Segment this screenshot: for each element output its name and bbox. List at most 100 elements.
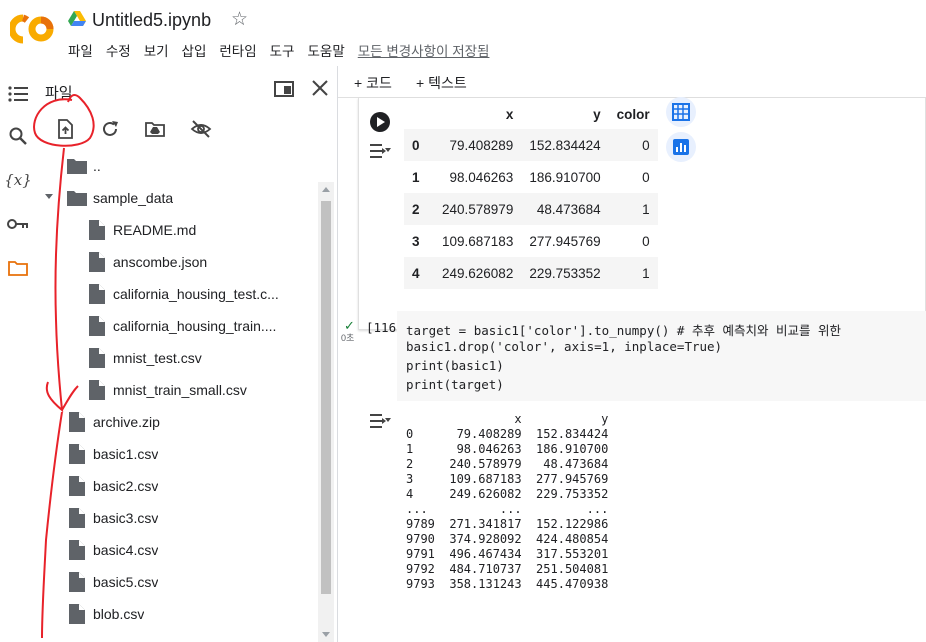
tree-item-parent[interactable]: .. [66, 150, 101, 182]
output-line: 9790 374.928092 424.480854 [406, 532, 609, 546]
output-line: 3 109.687183 277.945769 [406, 472, 609, 486]
refresh-icon[interactable] [99, 118, 121, 140]
convert-to-table-button[interactable] [666, 97, 696, 127]
close-icon[interactable] [310, 78, 330, 98]
file-icon [69, 604, 85, 624]
df-header-y: y [593, 106, 601, 122]
code-line: print(basic1) [406, 358, 504, 373]
output-line: 9789 271.341817 152.122986 [406, 517, 609, 531]
menu-help[interactable]: 도움말 [307, 40, 344, 60]
table-row: 4 249.626082 229.753352 1 [404, 257, 658, 289]
output-line: 9793 358.131243 445.470938 [406, 577, 609, 591]
scroll-up-icon[interactable] [322, 187, 330, 192]
key-icon[interactable] [6, 212, 30, 236]
file-icon [89, 316, 105, 336]
menu-tools[interactable]: 도구 [270, 40, 295, 60]
header: Untitled5.ipynb ☆ 파일 수정 보기 삽입 런타임 도구 도움말… [0, 0, 926, 66]
scroll-down-icon[interactable] [322, 632, 330, 637]
tree-item-file[interactable]: basic1.csv [66, 438, 158, 470]
scrollbar-thumb[interactable] [321, 201, 331, 594]
suggest-charts-button[interactable] [666, 132, 696, 162]
code-line: basic1.drop('color', axis=1, inplace=Tru… [406, 339, 723, 354]
output-line: 9792 484.710737 251.504081 [406, 562, 609, 576]
df-header-color: color [616, 106, 650, 122]
left-rail: {x} [0, 66, 36, 642]
notebook-title[interactable]: Untitled5.ipynb [92, 10, 211, 31]
run-cell-button[interactable] [370, 112, 390, 132]
output-line: 9791 496.467434 317.553201 [406, 547, 609, 561]
folder-icon [67, 159, 87, 174]
file-icon [89, 380, 105, 400]
table-row: 1 98.046263 186.910700 0 [412, 169, 650, 185]
tree-item-file[interactable]: basic2.csv [66, 470, 158, 502]
file-icon [69, 540, 85, 560]
file-panel: 파일 .. sample_data README.md anscombe.jso [36, 66, 338, 642]
tree-item-file[interactable]: california_housing_train.... [86, 310, 276, 342]
tree-item-file[interactable]: mnist_train_small.csv [86, 374, 247, 406]
output-line: 2 240.578979 48.473684 [406, 457, 609, 471]
code-line: print(target) [406, 377, 504, 392]
menu-insert[interactable]: 삽입 [182, 40, 207, 60]
code-line: target = basic1['color'].to_numpy() # 추후… [406, 323, 842, 338]
file-icon [69, 508, 85, 528]
tree-item-file[interactable]: anscombe.json [86, 246, 207, 278]
add-code-button[interactable]: + 코드 [354, 73, 392, 93]
tree-item-file[interactable]: archive.zip [66, 406, 160, 438]
output-options-icon[interactable] [369, 142, 391, 160]
output-line: ... ... ... [406, 502, 609, 516]
upload-icon[interactable] [54, 118, 76, 140]
output-line: 0 79.408289 152.834424 [406, 427, 609, 441]
menu-file[interactable]: 파일 [68, 40, 93, 60]
table-row: 3 109.687183 277.945769 0 [412, 233, 650, 249]
menu-bar: 파일 수정 보기 삽입 런타임 도구 도움말 모든 변경사항이 저장됨 [68, 40, 489, 60]
file-panel-title: 파일 [45, 85, 73, 102]
colab-window: Untitled5.ipynb ☆ 파일 수정 보기 삽입 런타임 도구 도움말… [0, 0, 926, 642]
mount-drive-icon[interactable] [144, 118, 166, 140]
star-icon[interactable]: ☆ [231, 8, 248, 31]
tree-item-file[interactable]: basic4.csv [66, 534, 158, 566]
notebook-area: + 코드 + 텍스트 x y color 0 79.408289 152.834… [338, 66, 926, 642]
file-icon [89, 220, 105, 240]
menu-runtime[interactable]: 런타임 [219, 40, 256, 60]
execution-time: 0초 [341, 333, 355, 343]
dataframe-table: x y color 0 79.408289 152.834424 0 1 98.… [404, 99, 658, 289]
file-icon [69, 572, 85, 592]
file-icon [89, 252, 105, 272]
collapse-caret-icon[interactable] [45, 194, 53, 199]
output-line: 1 98.046263 186.910700 [406, 442, 609, 456]
tree-item-file[interactable]: basic3.csv [66, 502, 158, 534]
notebook-toolbar: + 코드 + 텍스트 [338, 66, 926, 98]
output-line: 4 249.626082 229.753352 [406, 487, 609, 501]
file-icon [69, 444, 85, 464]
folder-icon[interactable] [6, 256, 30, 280]
tree-item-file[interactable]: california_housing_test.c... [86, 278, 279, 310]
hide-files-icon[interactable] [190, 118, 212, 140]
tree-item-file[interactable]: basic5.csv [66, 566, 158, 598]
file-icon [69, 412, 85, 432]
file-icon [89, 284, 105, 304]
bar-chart-icon [673, 139, 689, 155]
google-drive-icon[interactable] [68, 11, 86, 27]
add-text-button[interactable]: + 텍스트 [416, 73, 467, 93]
output-options-icon[interactable] [369, 412, 391, 430]
df-header-x: x [505, 106, 514, 122]
tree-item-sample-data[interactable]: sample_data [66, 182, 173, 214]
file-icon [89, 348, 105, 368]
output-line: x y [406, 412, 609, 426]
menu-edit[interactable]: 수정 [106, 40, 131, 60]
save-status-link[interactable]: 모든 변경사항이 저장됨 [358, 40, 490, 60]
file-icon [69, 476, 85, 496]
tree-item-file[interactable]: mnist_test.csv [86, 342, 202, 374]
tree-item-file[interactable]: README.md [86, 214, 196, 246]
df-header-index [404, 99, 434, 129]
table-row: 0 79.408289 152.834424 0 [404, 129, 658, 161]
menu-view[interactable]: 보기 [144, 40, 169, 60]
table-row: 2 240.578979 48.473684 1 [404, 193, 658, 225]
folder-icon [67, 191, 87, 206]
colab-logo-icon[interactable] [10, 14, 54, 44]
variables-icon[interactable]: {x} [4, 168, 32, 192]
table-of-contents-icon[interactable] [6, 82, 30, 106]
open-in-tab-icon[interactable] [274, 81, 294, 97]
search-icon[interactable] [6, 124, 30, 148]
tree-item-file[interactable]: blob.csv [66, 598, 144, 630]
